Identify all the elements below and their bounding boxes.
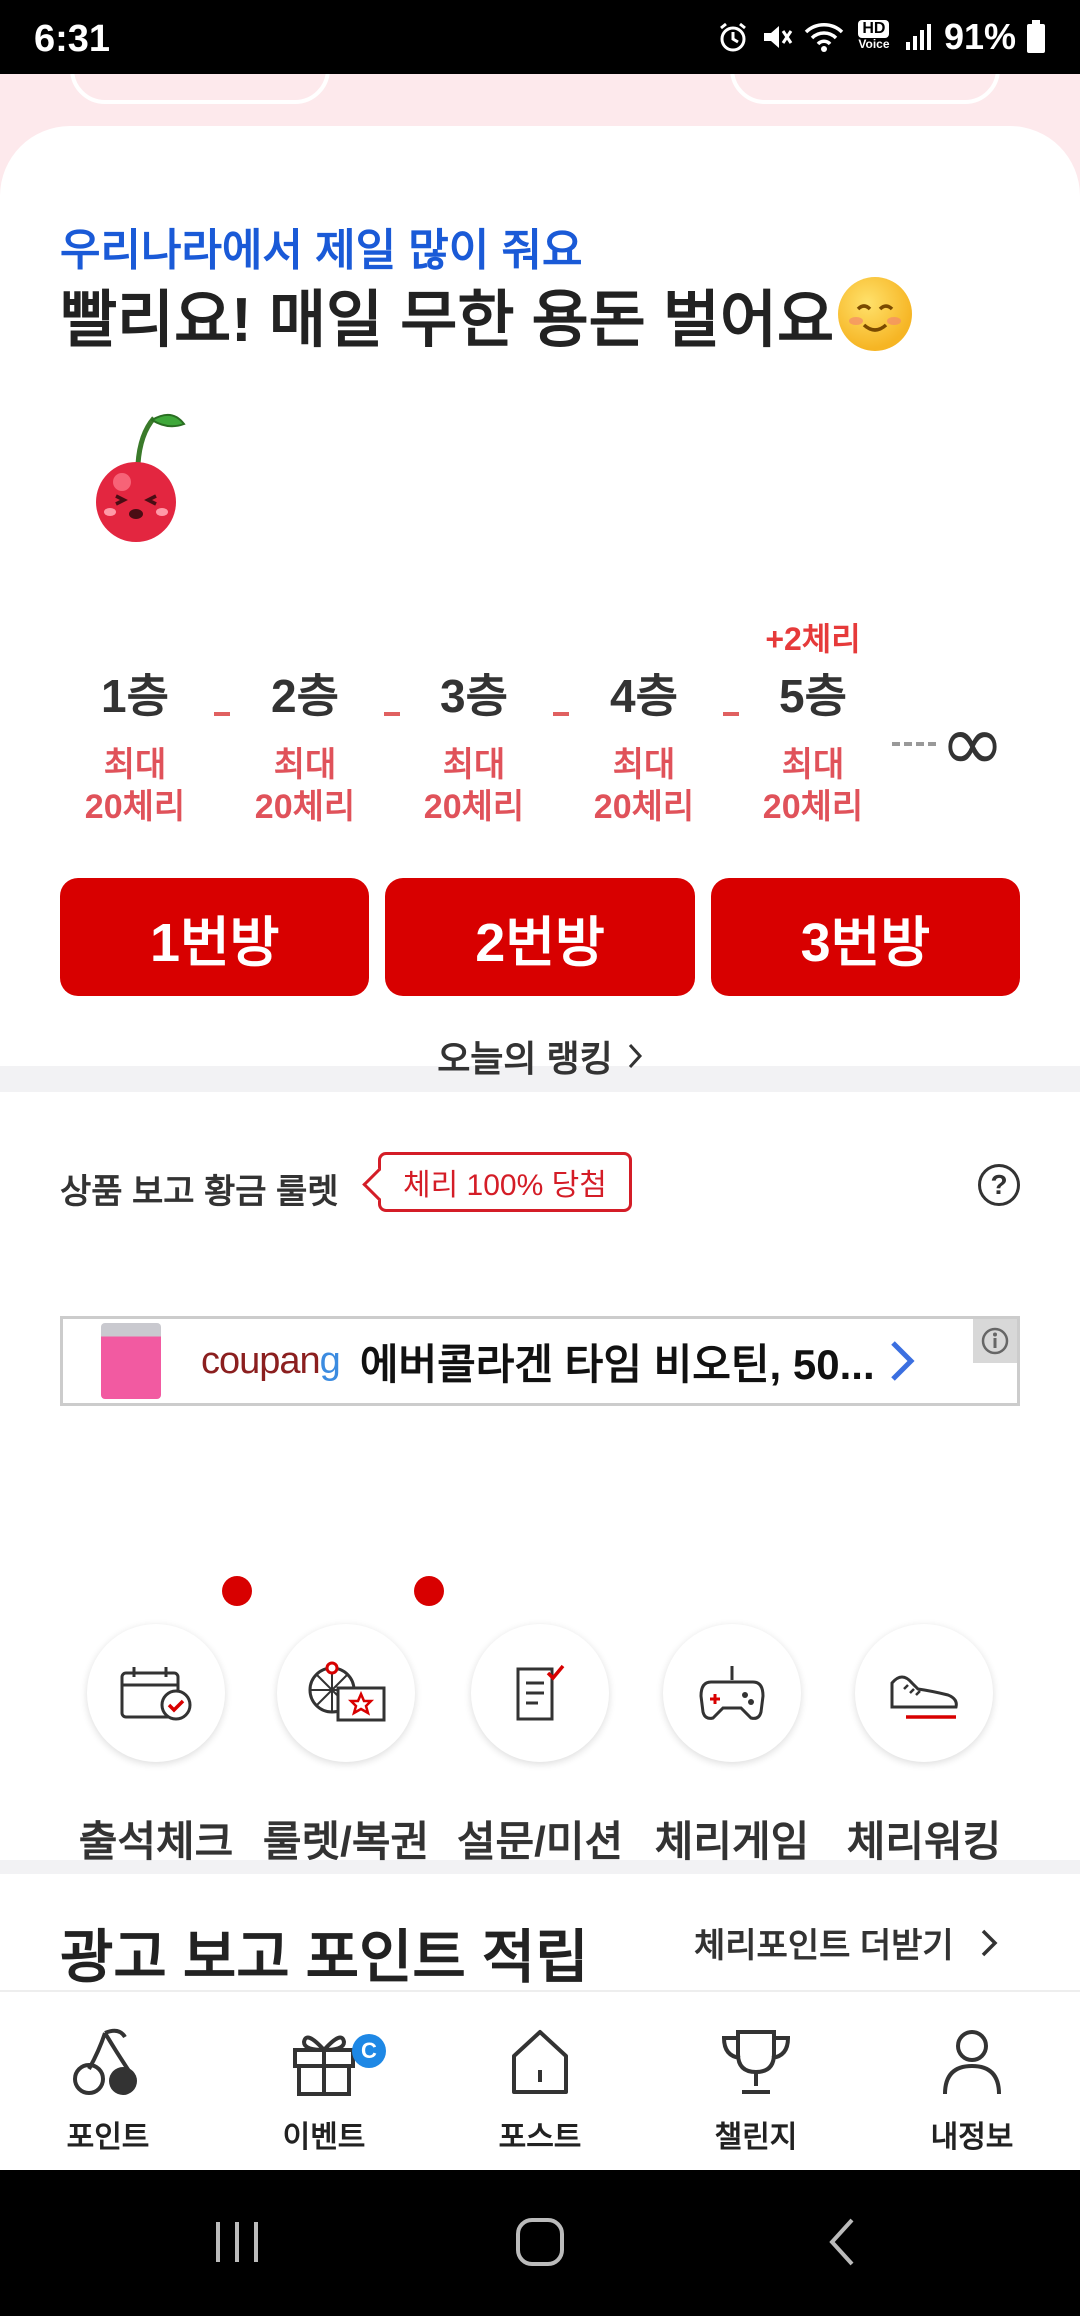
- cherry-mascot-icon: [96, 413, 186, 542]
- floor-5: +2체리 5층 최대 20체리: [762, 621, 864, 826]
- room-buttons: 1번방 2번방 3번방: [60, 878, 1020, 996]
- menu-cherry-walking[interactable]: 체리워킹: [834, 1624, 1014, 1869]
- nav-tab-events[interactable]: C 이벤트: [216, 1992, 432, 2170]
- roulette-ticket-icon: [308, 1661, 386, 1722]
- coupang-logo: coupang: [201, 1339, 341, 1382]
- roulette-card: 상품 보고 황금 룰렛 체리 100% 당첨 ? coupang 에버콜라겐 타…: [0, 1092, 1080, 1865]
- chevron-right-icon: [890, 1341, 915, 1381]
- alarm-icon: [720, 22, 746, 52]
- floor-separator: [384, 712, 400, 716]
- gift-icon: [293, 2035, 355, 2096]
- event-badge: C: [352, 2034, 386, 2068]
- back-icon[interactable]: [822, 2212, 862, 2272]
- floor-separator: [214, 712, 230, 716]
- top-pill-left[interactable]: [70, 74, 330, 104]
- nav-tab-points[interactable]: 포인트: [0, 1992, 216, 2170]
- recent-apps-icon[interactable]: [212, 2212, 262, 2272]
- battery-percent: 91%: [943, 16, 1016, 57]
- floor-2: 2층 최대 20체리: [254, 670, 356, 826]
- floor-1: 1층 최대 20체리: [84, 670, 186, 826]
- status-time: 6:31: [34, 18, 111, 60]
- signal-icon: [905, 24, 931, 50]
- trophy-icon: [721, 2030, 791, 2094]
- wifi-icon: [804, 23, 844, 52]
- status-bar: 6:31 HD Voice 91%: [0, 0, 1080, 74]
- person-icon: [943, 2030, 1001, 2095]
- menu-survey-mission[interactable]: 설문/미션: [450, 1624, 630, 1869]
- menu-roulette-lottery[interactable]: 룰렛/복권: [256, 1624, 436, 1869]
- ad-product-title: 에버콜라겐 타임 비오틴, 50...: [359, 1340, 875, 1388]
- nav-tab-post[interactable]: 포스트: [432, 1992, 648, 2170]
- home-button-icon[interactable]: [512, 2212, 568, 2272]
- gamepad-icon: [699, 1666, 765, 1720]
- chevron-right-icon: [981, 1929, 998, 1956]
- menu-attendance-check[interactable]: 출석체크: [66, 1624, 246, 1869]
- mute-icon: [763, 26, 793, 48]
- floor-3: 3층 최대 20체리: [423, 670, 525, 826]
- infinite-floors-indicator: ∞: [892, 699, 1005, 789]
- floor-separator: [553, 712, 569, 716]
- chevron-right-icon: [628, 1043, 642, 1069]
- ad-info-icon[interactable]: [973, 1319, 1017, 1363]
- roulette-tooltip: 체리 100% 당첨: [378, 1152, 632, 1212]
- floor-separator: [723, 712, 739, 716]
- top-pill-right[interactable]: [730, 74, 1000, 104]
- status-icons: HD Voice 91%: [716, 16, 1046, 58]
- room-2-button[interactable]: 2번방: [385, 878, 695, 996]
- help-icon[interactable]: ?: [978, 1164, 1020, 1206]
- roulette-title: 상품 보고 황금 룰렛: [60, 1173, 339, 1211]
- infinity-icon: ∞: [940, 699, 1005, 789]
- floor-progress: 1층 최대 20체리 2층 최대 20체리 3층 최대 20체리 4층 최대 2…: [60, 614, 1060, 834]
- more-points-link[interactable]: 체리포인트 더받기: [694, 1918, 998, 1967]
- coupang-ad-banner[interactable]: coupang 에버콜라겐 타임 비오틴, 50...: [60, 1316, 1020, 1406]
- app-content: 우리나라에서 제일 많이 줘요 빨리요! 매일 무한 용돈 벌어요 1층 최대 …: [0, 74, 1080, 2170]
- home-icon: [512, 2030, 568, 2094]
- today-ranking-link[interactable]: 오늘의 랭킹: [0, 1030, 1080, 1082]
- android-navigation-bar: [0, 2170, 1080, 2316]
- room-3-button[interactable]: 3번방: [710, 878, 1020, 996]
- notification-dot: [222, 1576, 252, 1606]
- calendar-check-icon: [120, 1667, 192, 1721]
- room-1-button[interactable]: 1번방: [60, 878, 370, 996]
- survey-clipboard-icon: [516, 1664, 565, 1721]
- battery-icon: [1027, 20, 1045, 53]
- cherry-icon: [73, 2028, 137, 2095]
- floor-4: 4층 최대 20체리: [593, 670, 695, 826]
- bottom-navigation: 포인트 C 이벤트 포스트 챌린지 내정보: [0, 1990, 1080, 2170]
- menu-cherry-game[interactable]: 체리게임: [642, 1624, 822, 1869]
- hd-voice-icon: HD Voice: [858, 20, 890, 51]
- nav-tab-challenge[interactable]: 챌린지: [648, 1992, 864, 2170]
- smiling-face-emoji-icon: [838, 277, 913, 351]
- hero-title: 빨리요! 매일 무한 용돈 벌어요: [60, 269, 913, 359]
- sneaker-icon: [890, 1675, 958, 1719]
- product-image: [101, 1323, 161, 1399]
- nav-tab-my-info[interactable]: 내정보: [864, 1992, 1080, 2170]
- ads-section-title: 광고 보고 포인트 적립: [60, 1925, 589, 1990]
- notification-dot: [414, 1576, 444, 1606]
